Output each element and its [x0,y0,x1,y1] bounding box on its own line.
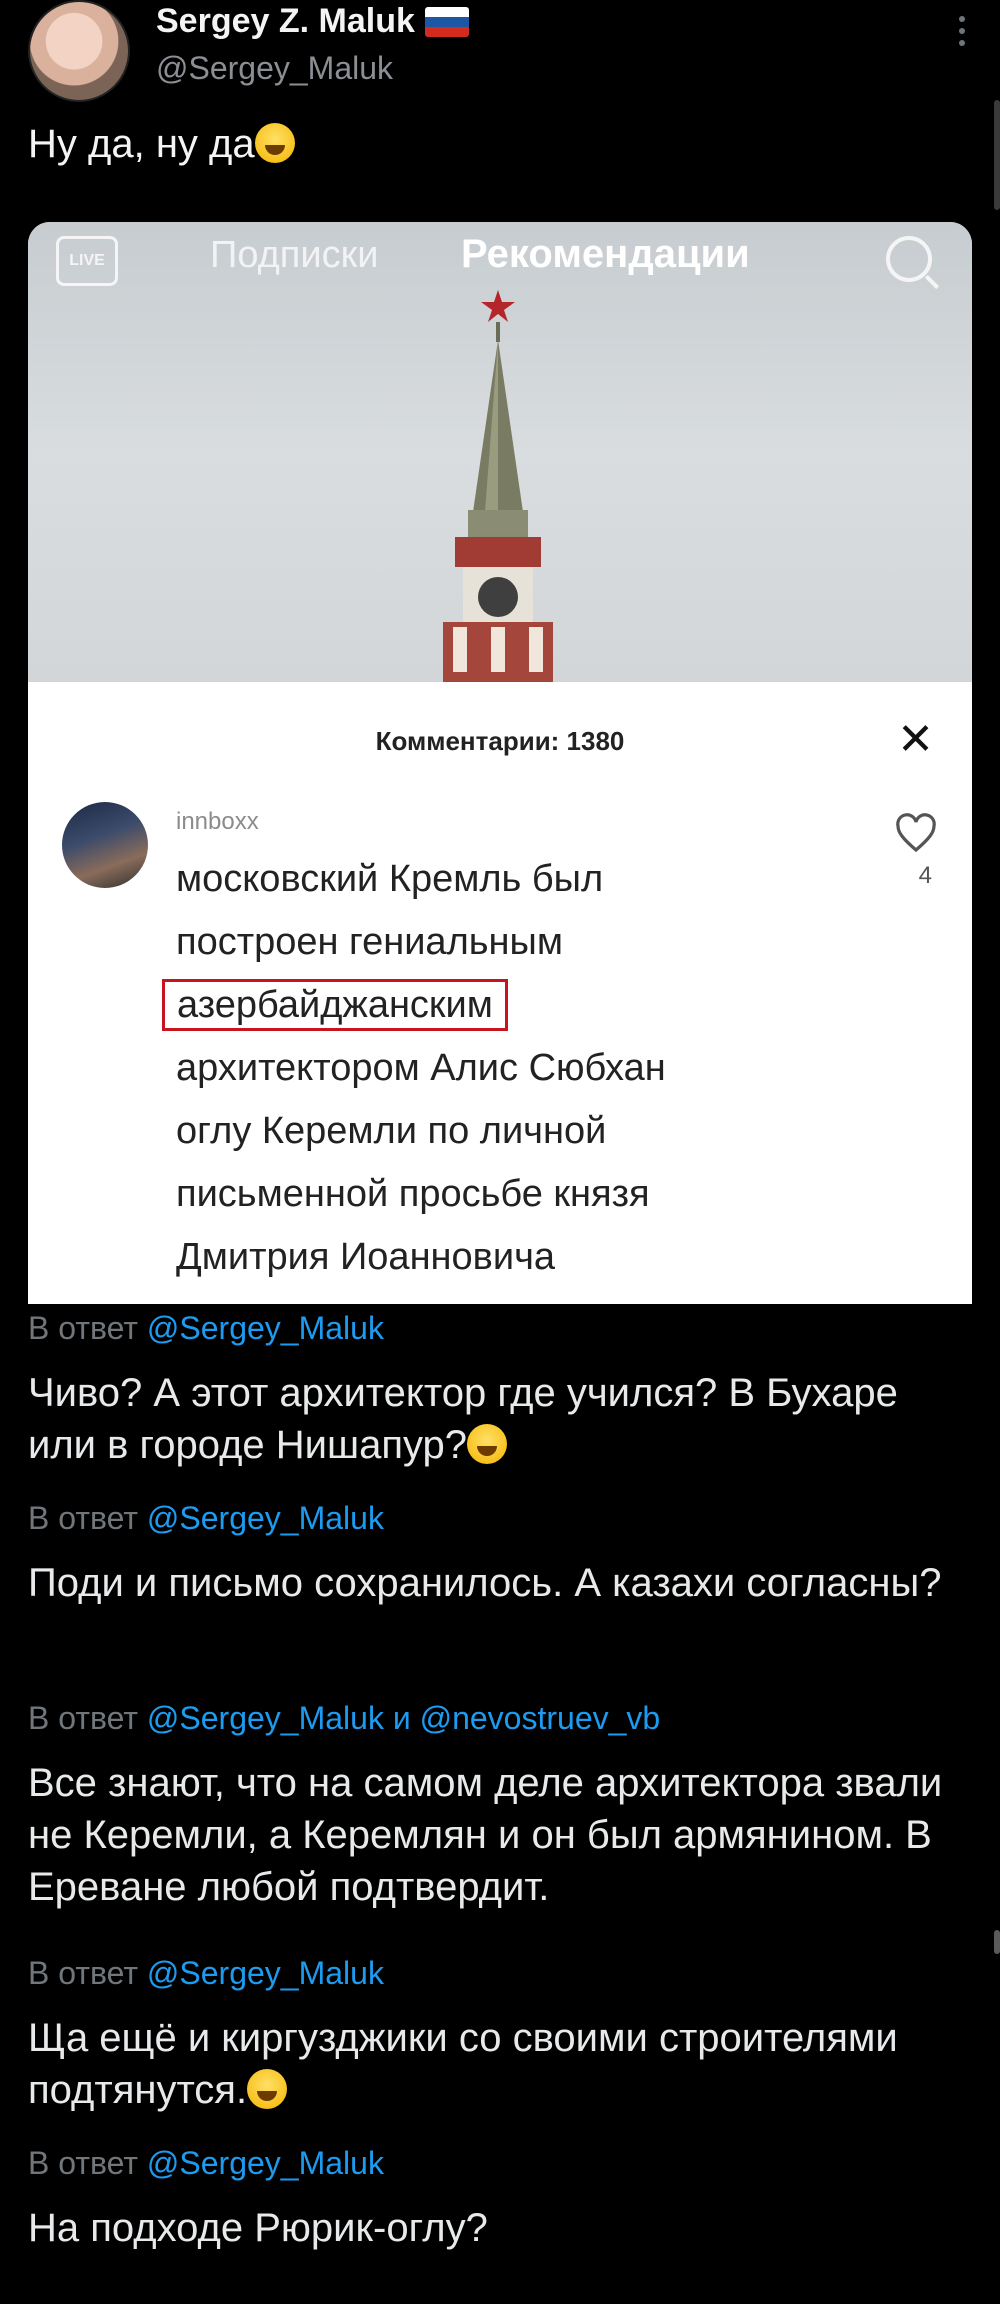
author-name-row[interactable]: Sergey Z. Maluk [156,2,469,41]
tab-recommended[interactable]: Рекомендации [461,232,750,277]
post-media-image[interactable]: LIVE Подписки Рекомендации Комментарии: … [28,222,972,1304]
comment-line: архитектором Алис Сюбхан [176,1047,666,1089]
comments-panel: Комментарии: 1380 ✕ innboxx московский К… [28,682,972,1304]
post-text-content: Ну да, ну да [28,122,255,166]
reply-mention[interactable]: @Sergey_Maluk [147,2145,384,2181]
russia-flag-icon [424,6,469,37]
scrollbar[interactable] [994,100,1000,210]
comment-text: московский Кремль был построен гениальны… [162,848,796,1289]
reply-prefix: В ответ [28,1500,139,1536]
reply-prefix: В ответ [28,2145,139,2181]
reply-mention[interactable]: @Sergey_Maluk [147,1955,384,1991]
comment-line-highlighted: азербайджанским [162,974,796,1037]
close-icon[interactable]: ✕ [897,718,934,762]
reply-meta: В ответ @Sergey_Maluk и @nevostruev_vb [28,1700,972,1737]
reply-mention[interactable]: @Sergey_Maluk [147,1310,384,1346]
reply-text: Все знают, что на самом деле архитектора… [28,1761,943,1909]
comment-username[interactable]: innboxx [176,808,259,836]
winking-emoji-icon [467,1424,508,1464]
reply-mention[interactable]: @Sergey_Maluk [147,1500,384,1536]
comment-line: оглу Керемли по личной [176,1110,607,1152]
reply-text-content: Чиво? А этот архитектор где учился? В Бу… [28,1371,898,1467]
reply-prefix: В ответ [28,1955,139,1991]
spasskaya-tower-illustration [443,290,553,682]
grinning-emoji-icon [247,2069,288,2109]
reply-prefix: В ответ [28,1310,139,1346]
comments-title: Комментарии: 1380 [375,726,625,756]
reply-2: В ответ @Sergey_Maluk Поди и письмо сохр… [28,1500,972,1609]
author-handle[interactable]: @Sergey_Maluk [156,50,393,87]
reply-text: Чиво? А этот архитектор где учился? В Бу… [28,1367,972,1471]
reply-1: В ответ @Sergey_Maluk Чиво? А этот архит… [28,1310,972,1471]
red-highlight-box: азербайджанским [162,979,508,1031]
comment-line: построен гениальным [176,921,563,963]
tiktok-app-bar: LIVE Подписки Рекомендации [28,222,972,302]
live-icon[interactable]: LIVE [56,236,118,286]
reply-5: В ответ @Sergey_Maluk На подходе Рюрик-о… [28,2145,972,2254]
reply-text-content: Ща ещё и киргузджики со своими строителя… [28,2016,898,2112]
more-options-icon[interactable] [952,10,972,60]
heart-icon[interactable] [892,810,940,858]
reply-text: На подходе Рюрик-оглу? [28,2206,488,2250]
reply-4: В ответ @Sergey_Maluk Ща ещё и киргузджи… [28,1955,972,2116]
tab-following[interactable]: Подписки [210,234,378,277]
post-text: Ну да, ну да [28,122,295,167]
comment-line: Дмитрия Иоанновича [176,1236,556,1278]
reply-meta: В ответ @Sergey_Maluk [28,1310,972,1347]
laughing-emoji-icon [254,123,295,163]
comment-line: московский Кремль был [176,858,604,900]
comment-line: письменной просьбе князя [176,1173,650,1215]
reply-mention[interactable]: @Sergey_Maluk и @nevostruev_vb [147,1700,660,1736]
comment-like-count: 4 [918,862,932,889]
reply-meta: В ответ @Sergey_Maluk [28,1500,972,1537]
reply-meta: В ответ @Sergey_Maluk [28,1955,972,1992]
reply-meta: В ответ @Sergey_Maluk [28,2145,972,2182]
search-icon[interactable] [886,236,932,282]
reply-text: Поди и письмо сохранилось. А казахи согл… [28,1561,942,1605]
scrollbar-thumb[interactable] [994,1930,1000,1954]
comment-avatar[interactable] [62,802,148,888]
reply-text: Ща ещё и киргузджики со своими строителя… [28,2012,972,2116]
reply-prefix: В ответ [28,1700,139,1736]
post-header: Sergey Z. Maluk @Sergey_Maluk [28,0,972,110]
author-name[interactable]: Sergey Z. Maluk [156,2,415,41]
reply-3: В ответ @Sergey_Maluk и @nevostruev_vb В… [28,1700,972,1913]
author-avatar[interactable] [28,0,130,102]
